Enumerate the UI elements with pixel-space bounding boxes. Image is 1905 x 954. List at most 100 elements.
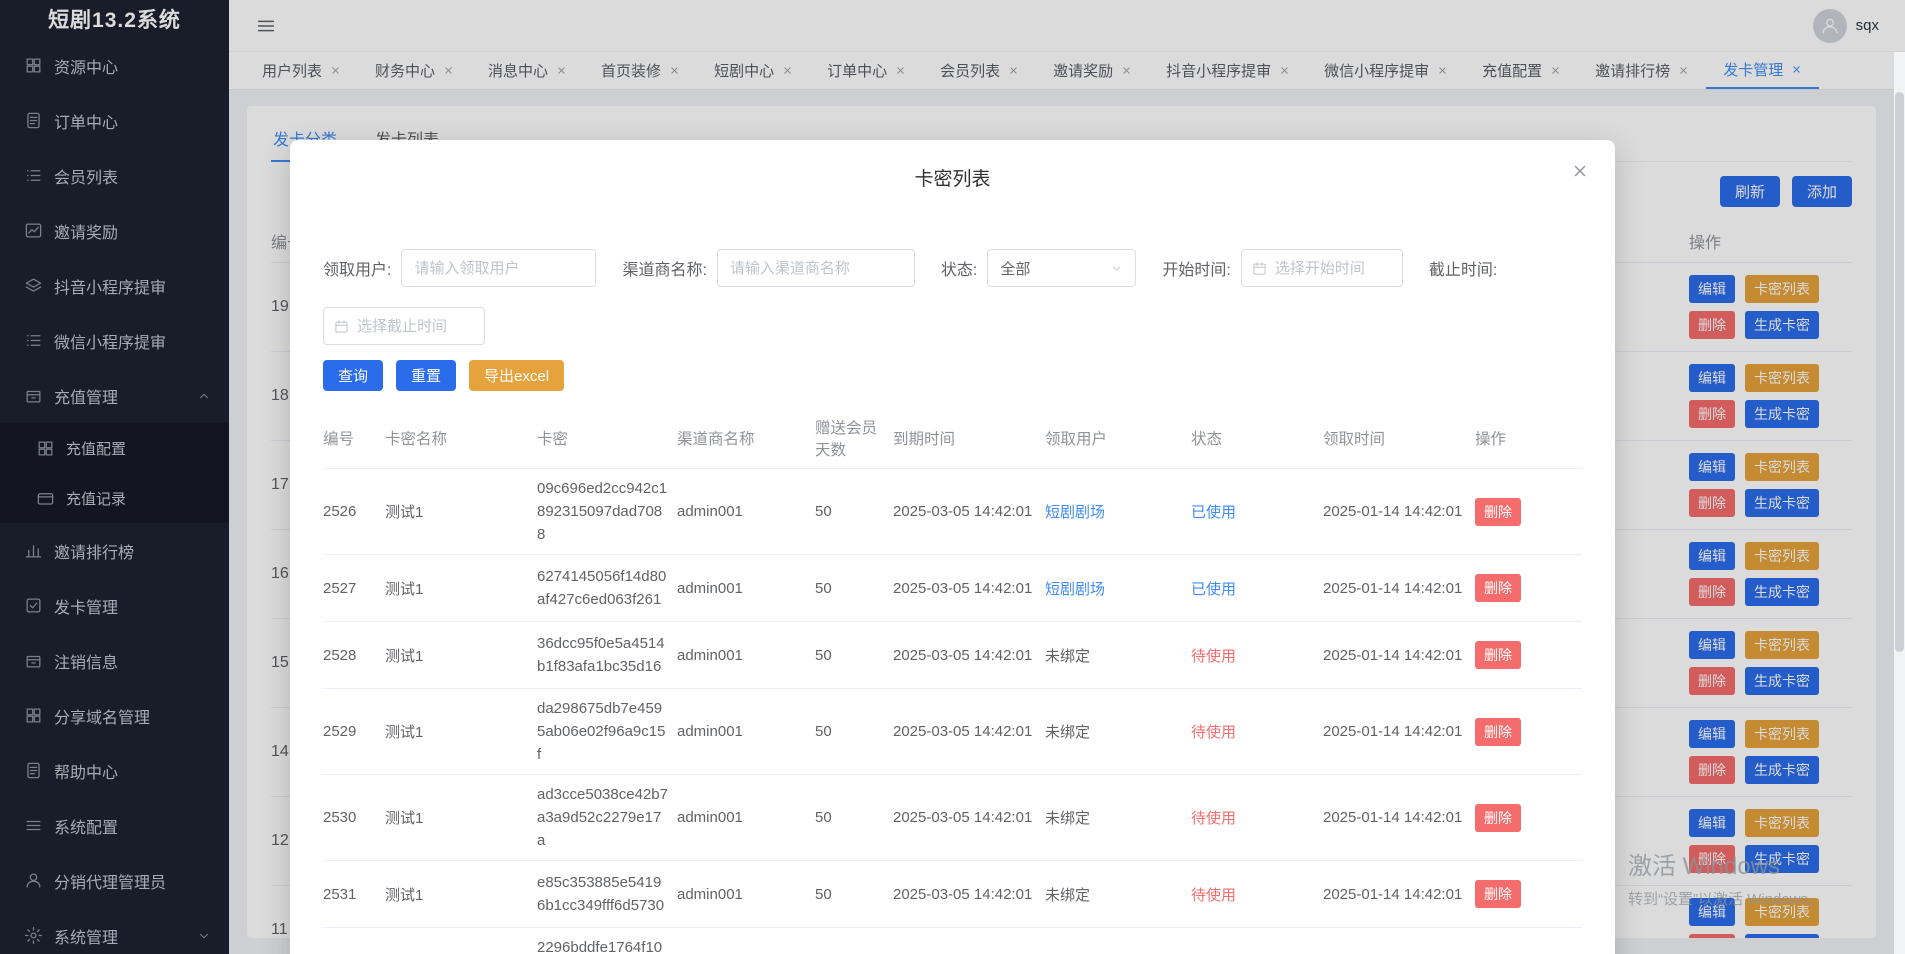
status-select-value: 全部 bbox=[1000, 258, 1030, 279]
cell-expire-time: 2025-03-05 14:42:01 bbox=[893, 469, 1045, 555]
receive-user-link[interactable]: 短剧剧场 bbox=[1045, 504, 1105, 521]
cell-actions: 删除 bbox=[1475, 555, 1582, 622]
cell-id: 2514 bbox=[323, 928, 385, 954]
cell-id: 2530 bbox=[323, 775, 385, 861]
column-header: 领取用户 bbox=[1045, 408, 1191, 469]
close-icon[interactable] bbox=[1571, 162, 1589, 180]
cell-actions: 删除 bbox=[1475, 689, 1582, 775]
cell-channel: admin001 bbox=[677, 775, 815, 861]
receive-user-text: 未绑定 bbox=[1045, 887, 1090, 904]
cell-days: 50 bbox=[815, 689, 893, 775]
column-header: 渠道商名称 bbox=[677, 408, 815, 469]
cell-key: 36dcc95f0e5a4514b1f83afa1bc35d16 bbox=[537, 622, 677, 689]
export-excel-button[interactable]: 导出excel bbox=[469, 360, 564, 391]
start-time-label: 开始时间: bbox=[1162, 256, 1230, 280]
channel-name-input[interactable] bbox=[717, 249, 915, 287]
filter-row-2 bbox=[323, 307, 1582, 345]
cell-status: 待使用 bbox=[1191, 928, 1323, 954]
cell-name: 测试1 bbox=[385, 775, 537, 861]
end-time-picker[interactable] bbox=[323, 307, 485, 345]
cell-channel: admin001 bbox=[677, 861, 815, 928]
card-key-table-header: 编号卡密名称卡密渠道商名称赠送会员天数到期时间领取用户状态领取时间操作 bbox=[323, 408, 1582, 469]
status-badge: 待使用 bbox=[1191, 887, 1236, 904]
calendar-icon bbox=[334, 319, 349, 334]
column-header: 赠送会员天数 bbox=[815, 408, 893, 469]
delete-button[interactable]: 删除 bbox=[1475, 498, 1521, 526]
column-header: 状态 bbox=[1191, 408, 1323, 469]
cell-id: 2531 bbox=[323, 861, 385, 928]
column-header: 编号 bbox=[323, 408, 385, 469]
status-badge: 已使用 bbox=[1191, 581, 1236, 598]
column-header: 领取时间 bbox=[1323, 408, 1475, 469]
column-header: 到期时间 bbox=[893, 408, 1045, 469]
cell-receive-time: 2025-01-14 14:42:01 bbox=[1323, 775, 1475, 861]
end-time-label: 截止时间: bbox=[1429, 256, 1497, 280]
cell-name: 测试1 bbox=[385, 622, 537, 689]
status-badge: 待使用 bbox=[1191, 648, 1236, 665]
cell-receive-user: 短剧剧场 bbox=[1045, 469, 1191, 555]
receive-user-link[interactable]: 短剧剧场 bbox=[1045, 581, 1105, 598]
cell-expire-time: 2025-03-05 14:42:01 bbox=[893, 861, 1045, 928]
cell-status: 待使用 bbox=[1191, 775, 1323, 861]
delete-button[interactable]: 删除 bbox=[1475, 641, 1521, 669]
cell-channel: admin001 bbox=[677, 555, 815, 622]
card-key-row: 2527测试16274145056f14d80af427c6ed063f261a… bbox=[323, 555, 1582, 622]
cell-days: 50 bbox=[815, 469, 893, 555]
cell-expire-time: 2025-03-05 14:42:01 bbox=[893, 689, 1045, 775]
cell-name: 测试1 bbox=[385, 689, 537, 775]
card-key-row: 2530测试1ad3cce5038ce42b7a3a9d52c2279e17aa… bbox=[323, 775, 1582, 861]
calendar-icon bbox=[1252, 261, 1267, 276]
cell-name: 测试1 bbox=[385, 861, 537, 928]
cell-receive-user: 未绑定 bbox=[1045, 775, 1191, 861]
cell-receive-user: 未绑定 bbox=[1045, 861, 1191, 928]
modal-title: 卡密列表 bbox=[323, 164, 1582, 191]
status-badge: 待使用 bbox=[1191, 810, 1236, 827]
cell-days: 50 bbox=[815, 861, 893, 928]
column-header: 卡密 bbox=[537, 408, 677, 469]
card-key-row: 2531测试1e85c353885e54196b1cc349fff6d5730a… bbox=[323, 861, 1582, 928]
channel-name-label: 渠道商名称: bbox=[622, 256, 706, 280]
start-time-picker[interactable] bbox=[1241, 249, 1403, 287]
receive-user-input[interactable] bbox=[401, 249, 596, 287]
status-select[interactable]: 全部 bbox=[987, 249, 1136, 287]
cell-channel: admin001 bbox=[677, 469, 815, 555]
cell-expire-time: 2025-03-05 14:42:01 bbox=[893, 622, 1045, 689]
cell-receive-time: 2025-01-14 14:42:01 bbox=[1323, 861, 1475, 928]
cell-id: 2526 bbox=[323, 469, 385, 555]
card-key-row: 2528测试136dcc95f0e5a4514b1f83afa1bc35d16a… bbox=[323, 622, 1582, 689]
cell-key: e85c353885e54196b1cc349fff6d5730 bbox=[537, 861, 677, 928]
scrollbar-thumb[interactable] bbox=[1895, 92, 1904, 652]
status-badge: 待使用 bbox=[1191, 724, 1236, 741]
query-button[interactable]: 查询 bbox=[323, 360, 383, 391]
cell-key: da298675db7e4595ab06e02f96a9c15f bbox=[537, 689, 677, 775]
cell-status: 待使用 bbox=[1191, 861, 1323, 928]
cell-id: 2529 bbox=[323, 689, 385, 775]
receive-user-text: 未绑定 bbox=[1045, 724, 1090, 741]
end-time-input[interactable] bbox=[357, 318, 474, 335]
cell-receive-time: 2025-01-14 14:42:01 bbox=[1323, 622, 1475, 689]
delete-button[interactable]: 删除 bbox=[1475, 718, 1521, 746]
cell-actions: 删除 bbox=[1475, 928, 1582, 954]
column-header: 卡密名称 bbox=[385, 408, 537, 469]
cell-channel: admin001 bbox=[677, 622, 815, 689]
cell-expire-time: 2025-03-05 14:42:00 bbox=[893, 928, 1045, 954]
card-key-row: 2529测试1da298675db7e4595ab06e02f96a9c15fa… bbox=[323, 689, 1582, 775]
delete-button[interactable]: 删除 bbox=[1475, 574, 1521, 602]
cell-receive-time: 2025-01-14 14:42:01 bbox=[1323, 555, 1475, 622]
cell-name: 测试1 bbox=[385, 555, 537, 622]
cell-status: 已使用 bbox=[1191, 555, 1323, 622]
receive-user-text: 未绑定 bbox=[1045, 648, 1090, 665]
reset-button[interactable]: 重置 bbox=[396, 360, 456, 391]
cell-id: 2528 bbox=[323, 622, 385, 689]
cell-actions: 删除 bbox=[1475, 775, 1582, 861]
delete-button[interactable]: 删除 bbox=[1475, 804, 1521, 832]
cell-channel: admin001 bbox=[677, 689, 815, 775]
status-label: 状态: bbox=[941, 256, 977, 280]
cell-id: 2527 bbox=[323, 555, 385, 622]
cell-channel: admin001 bbox=[677, 928, 815, 954]
delete-button[interactable]: 删除 bbox=[1475, 880, 1521, 908]
start-time-input[interactable] bbox=[1275, 260, 1392, 277]
cell-actions: 删除 bbox=[1475, 469, 1582, 555]
cell-name: 测试1 bbox=[385, 469, 537, 555]
cell-receive-time: 2025-01-14 14:42:01 bbox=[1323, 689, 1475, 775]
